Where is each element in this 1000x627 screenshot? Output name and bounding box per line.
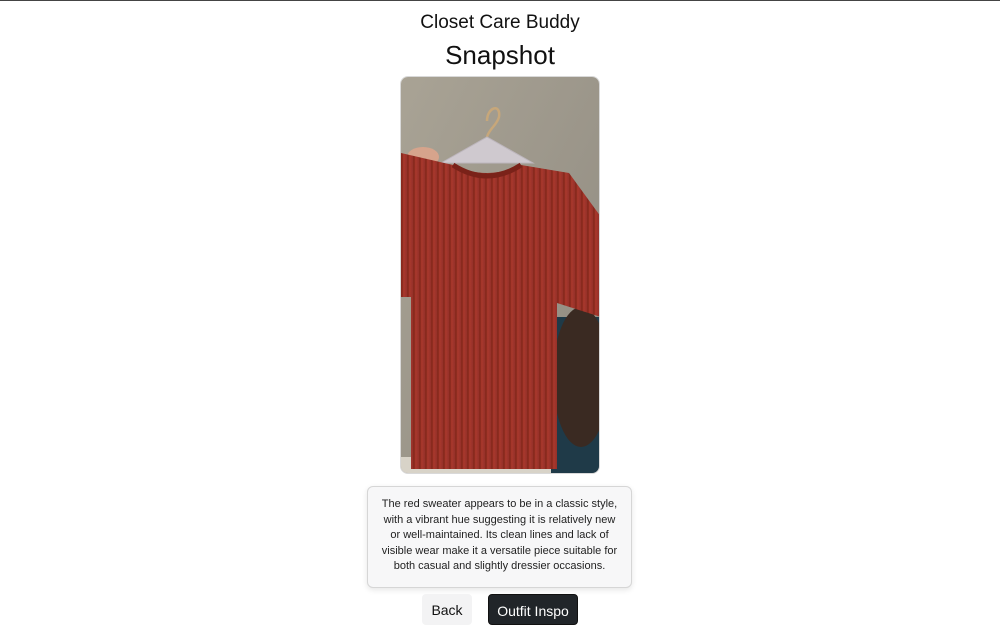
description-text: The red sweater appears to be in a class… [381,498,618,572]
top-border [0,0,1000,1]
back-button[interactable]: Back [422,594,472,625]
snapshot-photo [400,76,600,474]
outfit-inspo-button[interactable]: Outfit Inspo [488,594,578,625]
description-card: The red sweater appears to be in a class… [367,486,632,588]
page-title: Snapshot [445,40,555,70]
app-title: Closet Care Buddy [420,12,580,33]
